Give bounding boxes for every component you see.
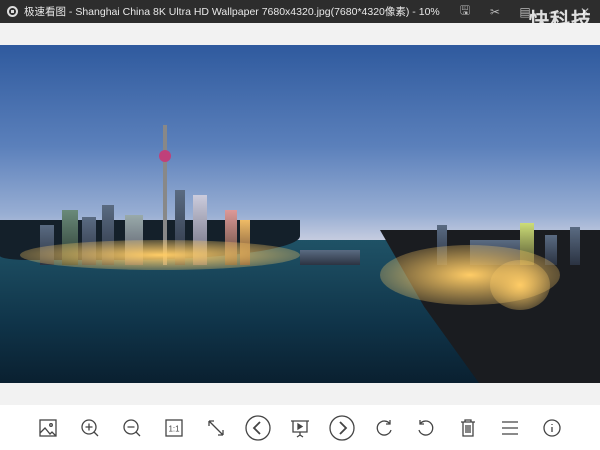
info-icon[interactable]	[531, 405, 573, 450]
save-icon[interactable]: 🖫	[450, 1, 480, 22]
rotate-left-icon[interactable]	[405, 405, 447, 450]
cut-icon[interactable]: ✂	[480, 5, 510, 19]
zoom-out-icon[interactable]	[111, 405, 153, 450]
minimize-icon[interactable]: —	[540, 5, 570, 19]
next-icon[interactable]	[321, 405, 363, 450]
slideshow-icon[interactable]	[279, 405, 321, 450]
actual-size-icon[interactable]: 1:1	[153, 405, 195, 450]
actual-size-label: 1:1	[168, 424, 180, 433]
bottom-toolbar: 1:1	[0, 405, 600, 450]
image-icon[interactable]	[27, 405, 69, 450]
viewer-padding-top	[0, 23, 600, 45]
previous-icon[interactable]	[237, 405, 279, 450]
close-icon[interactable]: ✕	[570, 5, 600, 19]
image-canvas[interactable]	[0, 45, 600, 383]
menu-icon[interactable]	[489, 405, 531, 450]
app-logo-icon	[7, 6, 18, 17]
title-bar: 极速看图 - Shanghai China 8K Ultra HD Wallpa…	[0, 0, 600, 40]
rotate-right-icon[interactable]	[363, 405, 405, 450]
zoom-in-icon[interactable]	[69, 405, 111, 450]
window-title: 极速看图 - Shanghai China 8K Ultra HD Wallpa…	[24, 6, 440, 18]
viewer-padding-bottom	[0, 383, 600, 405]
delete-icon[interactable]	[447, 405, 489, 450]
copy-icon[interactable]: ▤	[510, 5, 540, 19]
fit-window-icon[interactable]	[195, 405, 237, 450]
